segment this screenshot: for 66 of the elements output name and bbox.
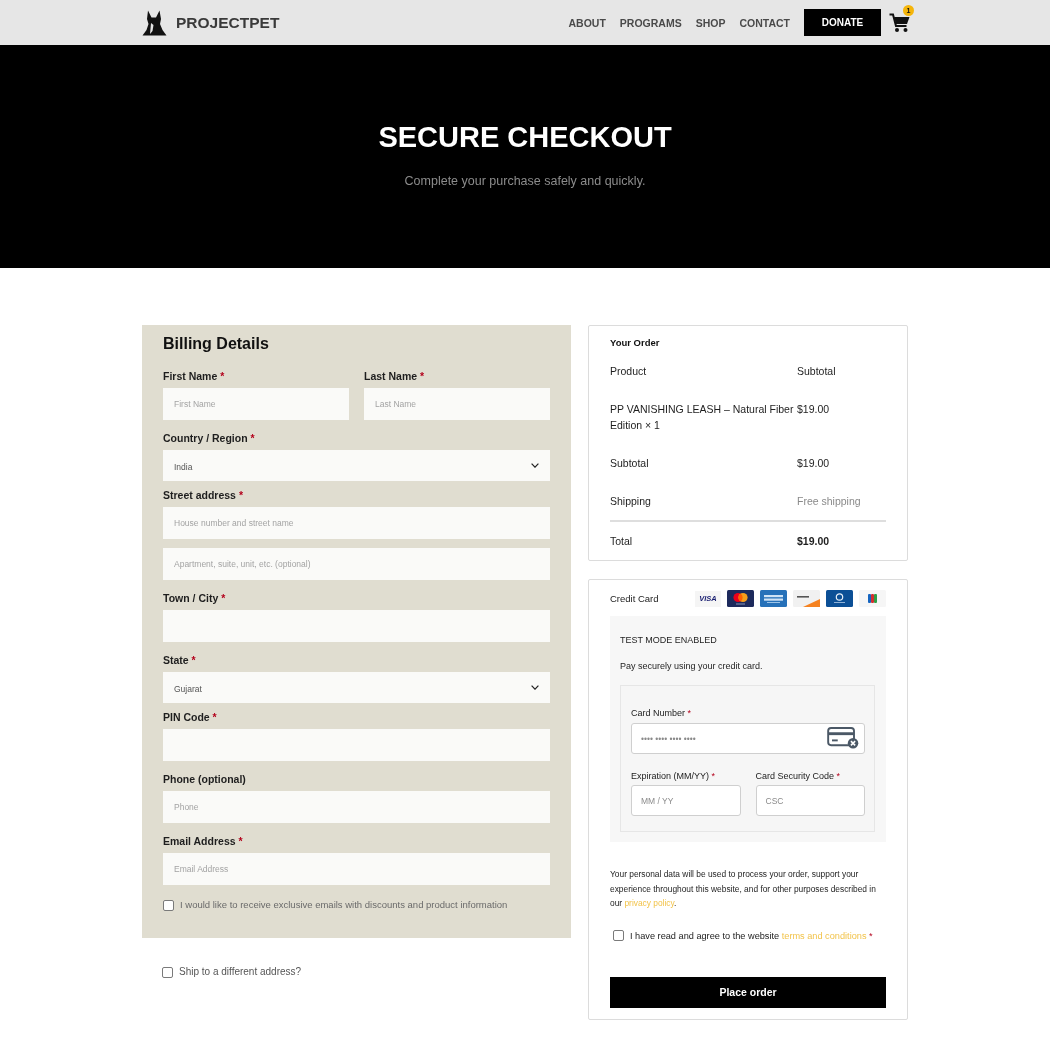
hero-title: SECURE CHECKOUT — [378, 120, 672, 154]
checkbox-label: I would like to receive exclusive emails with discounts and product information — [180, 899, 508, 911]
dropdown-field[interactable]: Gujarat — [163, 672, 550, 703]
nav-link[interactable]: CONTACT — [739, 16, 790, 29]
input-field[interactable]: CSC — [755, 785, 865, 816]
field-label: Card Number * — [631, 707, 693, 719]
field-label: PIN Code * — [163, 710, 218, 724]
nav-link[interactable]: ABOUT — [568, 16, 606, 29]
field-label: Card Security Code * — [755, 770, 842, 782]
place-order-button[interactable]: Place order — [610, 976, 886, 1008]
table-cell-text: Total — [610, 534, 634, 549]
payment-method-label: Credit Card — [610, 593, 659, 604]
test-mode-notice: TEST MODE ENABLED — [620, 634, 718, 646]
card-logo-icon — [793, 590, 820, 607]
field-label: Email Address * — [163, 834, 244, 848]
checkbox[interactable] — [162, 966, 173, 978]
field-label: Street address * — [163, 488, 244, 502]
chevron-down-icon — [531, 684, 539, 690]
table-cell-text: Shipping — [610, 494, 652, 509]
input-field[interactable]: MM / YY — [631, 785, 741, 816]
input-field[interactable]: Email Address — [163, 853, 550, 885]
dog-logo-icon[interactable] — [142, 9, 167, 36]
card-x-icon — [827, 727, 859, 749]
dropdown-field[interactable]: India — [163, 450, 550, 481]
input-field[interactable]: Apartment, suite, unit, etc. (optional) — [163, 548, 550, 580]
payment-description: Pay securely using your credit card. — [620, 660, 764, 672]
card-logo-icon — [760, 590, 787, 607]
table-cell-text: $19.00 — [797, 456, 831, 471]
field-label: Country / Region * — [163, 431, 256, 445]
field-label: First Name * — [163, 369, 226, 383]
card-logo-icon — [826, 590, 853, 607]
card-logo-icon — [727, 590, 754, 607]
field-label: State * — [163, 653, 197, 667]
hero-subtitle: Complete your purchase safely and quickly. — [404, 173, 646, 189]
cart-icon[interactable] — [889, 12, 910, 33]
checkbox[interactable] — [163, 899, 174, 911]
input-field[interactable]: Phone — [163, 791, 550, 823]
donate-button[interactable]: DONATE — [804, 9, 881, 36]
section-title: Billing Details — [163, 334, 270, 354]
field-label: Phone (optional) — [163, 772, 247, 786]
field-label: Last Name * — [364, 369, 426, 383]
table-header: Product — [610, 364, 648, 379]
terms-label: I have read and agree to the website terms and conditions * — [630, 929, 873, 942]
site-logo-text[interactable]: PROJECTPET — [176, 13, 280, 32]
checkbox[interactable] — [613, 930, 624, 941]
card-title: Your Order — [610, 337, 661, 349]
table-cell-text: PP VANISHING LEASH – Natural Fiber Edition × 1 — [610, 402, 795, 433]
table-cell-text: Free shipping — [797, 494, 862, 509]
table-cell-text: $19.00 — [797, 402, 831, 417]
input-field[interactable]: Last Name — [364, 388, 550, 420]
nav-link[interactable]: SHOP — [695, 16, 726, 29]
input-field[interactable] — [163, 729, 550, 761]
input-field[interactable] — [163, 610, 550, 642]
input-field[interactable]: House number and street name — [163, 507, 550, 539]
table-cell-text: Subtotal — [610, 456, 650, 471]
checkbox-label: Ship to a different address? — [179, 966, 302, 978]
card-number-field[interactable]: •••• •••• •••• •••• — [631, 723, 865, 754]
privacy-notice: Your personal data will be used to process your order, support your experience throughout this website, and for other purposes described in our privacy policy. — [610, 868, 877, 910]
chevron-down-icon — [531, 462, 539, 468]
card-logo-icon — [859, 590, 886, 607]
input-field[interactable]: First Name — [163, 388, 349, 420]
field-label: Town / City * — [163, 591, 227, 605]
field-label: Expiration (MM/YY) * — [631, 770, 717, 782]
nav-link[interactable]: PROGRAMS — [619, 16, 682, 29]
table-cell-text: $19.00 — [797, 534, 831, 549]
table-header: Subtotal — [797, 364, 837, 379]
